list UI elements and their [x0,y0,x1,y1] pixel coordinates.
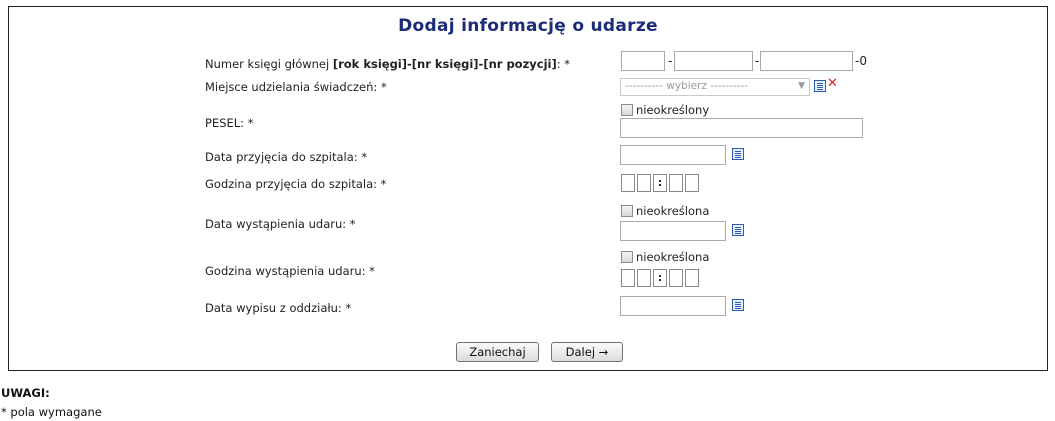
notes-title: UWAGI: [1,386,50,400]
cancel-button[interactable]: Zaniechaj [456,342,539,362]
book-year-input[interactable] [621,51,665,71]
stroke-hour-digit-2[interactable] [637,269,651,287]
admission-time-label: Godzina przyjęcia do szpitala: * [205,177,387,191]
stroke-minute-digit-1[interactable] [669,269,683,287]
stroke-hour-digit-1[interactable] [621,269,635,287]
form-panel: Dodaj informację o udarze Numer księgi g… [8,6,1048,371]
required-fields-note: * pola wymagane [1,405,102,419]
clear-x-icon[interactable]: ✕ [827,76,838,91]
stroke-time-undefined-label: nieokreślona [636,250,710,264]
admission-time-colon: : [653,174,667,192]
admission-date-input[interactable] [620,145,726,165]
book-number-input[interactable] [674,51,753,71]
admission-minute-digit-2[interactable] [685,174,699,192]
admission-date-label: Data przyjęcia do szpitala: * [205,150,368,164]
next-button[interactable]: Dalej → [551,342,623,362]
chevron-down-icon: ▼ [798,81,805,91]
calendar-icon[interactable] [732,148,744,160]
discharge-date-label: Data wypisu z oddziału: * [205,301,352,315]
stroke-minute-digit-2[interactable] [685,269,699,287]
book-number-label: Numer księgi głównej [rok księgi]-[nr ks… [205,57,570,71]
book-number-label-prefix: Numer księgi głównej [205,57,333,71]
stroke-time-colon: : [653,269,667,287]
stroke-time-undefined-checkbox[interactable] [621,251,633,263]
list-icon[interactable] [814,80,826,92]
stroke-date-undefined-label: nieokreślona [636,204,710,218]
admission-hour-digit-1[interactable] [621,174,635,192]
stroke-time-label: Godzina wystąpienia udaru: * [205,264,375,278]
pesel-undefined-label: nieokreślony [636,103,710,117]
place-select[interactable]: ---------- wybierz ---------- ▼ [620,78,810,96]
admission-minute-digit-1[interactable] [669,174,683,192]
book-suffix: -0 [855,54,867,68]
calendar-icon[interactable] [732,224,744,236]
page-title: Dodaj informację o udarze [398,16,658,36]
book-position-input[interactable] [760,51,853,71]
admission-hour-digit-2[interactable] [637,174,651,192]
stroke-date-undefined-checkbox[interactable] [621,205,633,217]
pesel-label: PESEL: * [205,116,254,130]
calendar-icon[interactable] [732,299,744,311]
pesel-undefined-checkbox[interactable] [621,104,633,116]
discharge-date-input[interactable] [620,296,726,316]
pesel-input[interactable] [620,118,863,138]
place-label: Miejsce udzielania świadczeń: * [205,80,387,94]
place-select-value: ---------- wybierz ---------- [625,80,749,92]
stroke-date-label: Data wystąpienia udaru: * [205,217,356,231]
stroke-date-input[interactable] [620,221,726,241]
book-separator-2: - [755,54,760,68]
book-separator-1: - [668,54,673,68]
book-number-label-suffix: : * [556,57,571,71]
book-number-label-format: [rok księgi]-[nr księgi]-[nr pozycji] [332,57,557,71]
